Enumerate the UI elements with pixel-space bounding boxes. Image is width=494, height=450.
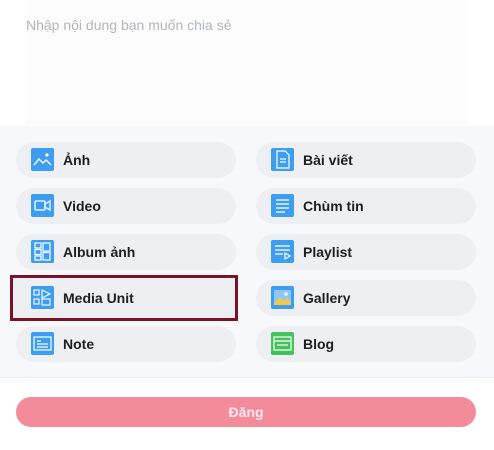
option-album[interactable]: Album ảnh bbox=[16, 234, 236, 270]
playlist-icon bbox=[271, 240, 294, 263]
album-icon bbox=[31, 240, 54, 263]
option-gallery[interactable]: Gallery bbox=[256, 280, 476, 316]
compose-area[interactable]: Nhập nội dung bạn muốn chia sẻ bbox=[0, 0, 494, 126]
option-note-label: Note bbox=[63, 336, 95, 352]
option-media-unit-label: Media Unit bbox=[63, 290, 134, 306]
option-news-cluster[interactable]: Chùm tin bbox=[256, 188, 476, 224]
media-unit-icon bbox=[31, 286, 54, 309]
option-album-label: Album ảnh bbox=[63, 244, 136, 260]
option-video[interactable]: Video bbox=[16, 188, 236, 224]
option-blog[interactable]: Blog bbox=[256, 326, 476, 362]
gallery-icon bbox=[271, 286, 294, 309]
post-type-options: Ảnh Video Album ảnh Media Unit Note Bài … bbox=[0, 126, 494, 378]
video-icon bbox=[31, 194, 54, 217]
post-button[interactable]: Đăng bbox=[16, 397, 476, 427]
compose-placeholder: Nhập nội dung bạn muốn chia sẻ bbox=[26, 17, 232, 33]
option-playlist[interactable]: Playlist bbox=[256, 234, 476, 270]
option-media-unit[interactable]: Media Unit bbox=[10, 275, 238, 321]
option-news-cluster-label: Chùm tin bbox=[303, 198, 364, 214]
note-icon bbox=[31, 332, 54, 355]
option-gallery-label: Gallery bbox=[303, 290, 351, 306]
option-note[interactable]: Note bbox=[16, 326, 236, 362]
option-image-label: Ảnh bbox=[63, 152, 91, 168]
image-icon bbox=[31, 148, 54, 171]
option-image[interactable]: Ảnh bbox=[16, 142, 236, 178]
option-blog-label: Blog bbox=[303, 336, 335, 352]
option-playlist-label: Playlist bbox=[303, 244, 353, 260]
option-article-label: Bài viết bbox=[303, 152, 353, 168]
blog-icon bbox=[271, 332, 294, 355]
news-cluster-icon bbox=[271, 194, 294, 217]
option-article[interactable]: Bài viết bbox=[256, 142, 476, 178]
option-video-label: Video bbox=[63, 198, 101, 214]
article-icon bbox=[271, 148, 294, 171]
